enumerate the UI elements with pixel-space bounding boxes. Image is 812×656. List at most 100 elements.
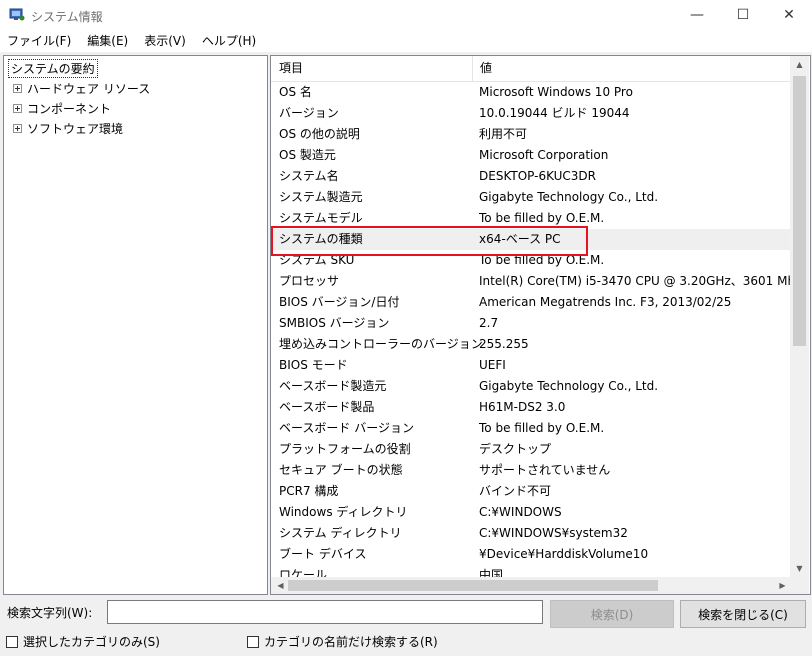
table-row[interactable]: システムモデル To be filled by O.E.M. <box>271 208 790 229</box>
table-row[interactable]: プロセッサ Intel(R) Core(TM) i5-3470 CPU @ 3.2… <box>271 271 790 292</box>
cell-value: To be filled by O.E.M. <box>479 253 605 267</box>
table-row[interactable]: ベースボード製造元 Gigabyte Technology Co., Ltd. <box>271 376 790 397</box>
horizontal-scroll-thumb[interactable] <box>288 580 658 591</box>
scroll-up-icon[interactable]: ▲ <box>790 56 809 73</box>
cell-value: Microsoft Corporation <box>479 148 609 162</box>
cell-value: 中国 <box>479 568 504 577</box>
cell-value: C:¥WINDOWS <box>479 505 562 519</box>
checkbox-box[interactable] <box>6 635 18 648</box>
column-divider[interactable] <box>472 56 473 81</box>
maximize-button[interactable]: ☐ <box>720 0 766 30</box>
tree-item-system-summary[interactable]: システムの要約 <box>8 58 98 78</box>
title-bar: システム情報 — ☐ ✕ <box>0 0 812 30</box>
close-find-button[interactable]: 検索を閉じる(C) <box>680 600 806 628</box>
cell-item: BIOS バージョン/日付 <box>279 295 400 309</box>
table-row[interactable]: OS の他の説明 利用不可 <box>271 124 790 145</box>
table-row[interactable]: システム名 DESKTOP-6KUC3DR <box>271 166 790 187</box>
search-category-names-only-checkbox[interactable]: カテゴリの名前だけ検索する(R) <box>247 633 438 650</box>
list-header: 項目 値 <box>271 56 790 82</box>
tree-item-hardware-resources[interactable]: ハードウェア リソース <box>13 78 150 98</box>
tree-item-components[interactable]: コンポーネント <box>13 98 111 118</box>
maximize-icon: ☐ <box>736 7 750 23</box>
expand-icon[interactable] <box>13 103 22 113</box>
cell-item: バージョン <box>279 106 339 120</box>
table-row[interactable]: SMBIOS バージョン 2.7 <box>271 313 790 334</box>
table-row[interactable]: BIOS モード UEFI <box>271 355 790 376</box>
cell-value: 255.255 <box>479 337 529 351</box>
category-tree[interactable]: システムの要約 ハードウェア リソース コンポーネント ソフトウェア環境 <box>3 55 268 595</box>
table-row[interactable]: PCR7 構成 バインド不可 <box>271 481 790 502</box>
expand-icon[interactable] <box>13 123 22 133</box>
search-input[interactable] <box>107 600 543 624</box>
cell-item: 埋め込みコントローラーのバージョン <box>279 337 483 351</box>
cell-value: 利用不可 <box>479 127 528 141</box>
scrollbar-corner <box>790 577 809 594</box>
table-row[interactable]: ブート デバイス ¥Device¥HarddiskVolume10 <box>271 544 790 565</box>
cell-item: ブート デバイス <box>279 547 367 561</box>
cell-value: 2.7 <box>479 316 499 330</box>
table-row[interactable]: Windows ディレクトリ C:¥WINDOWS <box>271 502 790 523</box>
search-selected-category-only-checkbox[interactable]: 選択したカテゴリのみ(S) <box>6 633 160 650</box>
cell-item: プロセッサ <box>279 274 340 288</box>
column-header-value[interactable]: 値 <box>480 56 492 81</box>
table-row[interactable]: システム製造元 Gigabyte Technology Co., Ltd. <box>271 187 790 208</box>
checkbox-label: 選択したカテゴリのみ(S) <box>23 635 160 649</box>
cell-value: デスクトップ <box>479 442 552 456</box>
table-row[interactable]: ベースボード バージョン To be filled by O.E.M. <box>271 418 790 439</box>
cell-item: SMBIOS バージョン <box>279 316 390 330</box>
cell-value: To be filled by O.E.M. <box>479 211 605 225</box>
table-row[interactable]: BIOS バージョン/日付 American Megatrends Inc. F3… <box>271 292 790 313</box>
table-row[interactable]: OS 名 Microsoft Windows 10 Pro <box>271 82 790 103</box>
table-row[interactable]: システムの種類 x64-ベース PC <box>271 229 790 250</box>
cell-value: Gigabyte Technology Co., Ltd. <box>479 190 659 204</box>
cell-value: サポートされていません <box>479 463 611 477</box>
table-row[interactable]: バージョン 10.0.19044 ビルド 19044 <box>271 103 790 124</box>
minimize-icon: — <box>690 7 704 23</box>
find-button[interactable]: 検索(D) <box>550 600 674 628</box>
table-row[interactable]: システム SKU To be filled by O.E.M. <box>271 250 790 271</box>
column-header-item[interactable]: 項目 <box>279 56 303 81</box>
menu-file[interactable]: ファイル(F) <box>0 30 79 52</box>
tree-item-label: ソフトウェア環境 <box>27 121 124 136</box>
horizontal-scrollbar[interactable]: ◀ ▶ <box>271 577 790 594</box>
cell-item: プラットフォームの役割 <box>279 442 411 456</box>
menu-bar: ファイル(F) 編集(E) 表示(V) ヘルプ(H) <box>0 30 812 52</box>
cell-value: DESKTOP-6KUC3DR <box>479 169 597 183</box>
tree-item-label: コンポーネント <box>27 101 112 116</box>
cell-item: ロケール <box>279 568 328 577</box>
vertical-scrollbar[interactable]: ▲ ▼ <box>790 56 809 577</box>
search-label: 検索文字列(W): <box>7 606 93 620</box>
scroll-down-icon[interactable]: ▼ <box>790 560 809 577</box>
checkbox-box[interactable] <box>247 635 259 648</box>
cell-item: OS の他の説明 <box>279 127 360 141</box>
tree-item-software-environment[interactable]: ソフトウェア環境 <box>13 118 123 138</box>
menu-edit[interactable]: 編集(E) <box>79 30 136 52</box>
expand-icon[interactable] <box>13 83 22 93</box>
minimize-button[interactable]: — <box>674 0 720 30</box>
system-info-app-icon <box>9 8 25 21</box>
close-button[interactable]: ✕ <box>766 0 812 30</box>
menu-view[interactable]: 表示(V) <box>136 30 194 52</box>
details-list[interactable]: 項目 値 OS 名 Microsoft Windows 10 Pro バージョン 10… <box>270 55 811 595</box>
table-row[interactable]: OS 製造元 Microsoft Corporation <box>271 145 790 166</box>
close-icon: ✕ <box>783 7 795 23</box>
cell-value: x64-ベース PC <box>479 232 561 246</box>
cell-value: ¥Device¥HarddiskVolume10 <box>479 547 649 561</box>
cell-item: BIOS モード <box>279 358 348 372</box>
vertical-scroll-thumb[interactable] <box>793 76 806 346</box>
menu-help[interactable]: ヘルプ(H) <box>194 30 264 52</box>
table-row[interactable]: セキュア ブートの状態 サポートされていません <box>271 460 790 481</box>
cell-item: セキュア ブートの状態 <box>279 463 403 477</box>
cell-item: OS 名 <box>279 85 312 99</box>
table-row[interactable]: ロケール 中国 <box>271 565 790 577</box>
tree-item-label: ハードウェア リソース <box>27 81 151 96</box>
table-row[interactable]: システム ディレクトリ C:¥WINDOWS¥system32 <box>271 523 790 544</box>
table-row[interactable]: ベースボード製品 H61M-DS2 3.0 <box>271 397 790 418</box>
cell-value: American Megatrends Inc. F3, 2013/02/25 <box>479 295 732 309</box>
table-row[interactable]: 埋め込みコントローラーのバージョン 255.255 <box>271 334 790 355</box>
cell-item: PCR7 構成 <box>279 484 339 498</box>
cell-item: ベースボード製品 <box>279 400 375 414</box>
cell-value: 10.0.19044 ビルド 19044 <box>479 106 630 120</box>
table-row[interactable]: プラットフォームの役割 デスクトップ <box>271 439 790 460</box>
cell-item: システムの種類 <box>279 232 363 246</box>
